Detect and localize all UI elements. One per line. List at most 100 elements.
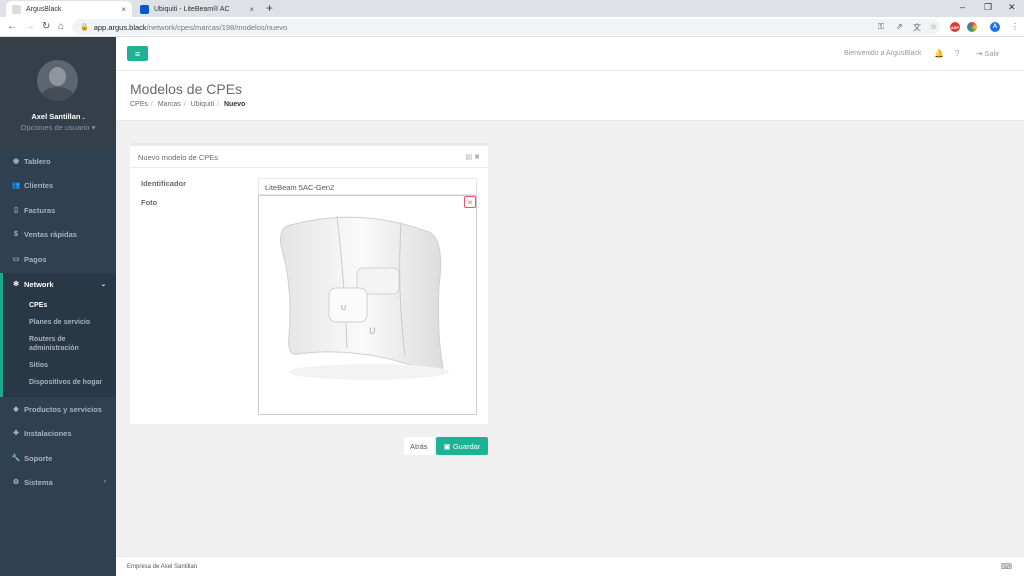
- close-tab-icon[interactable]: ×: [121, 5, 126, 14]
- back-button[interactable]: Atrás: [404, 437, 434, 455]
- cogs-icon: ⚙: [12, 479, 20, 486]
- breadcrumb-cpes[interactable]: CPEs: [130, 101, 148, 108]
- forward-arrow-icon[interactable]: →: [25, 21, 35, 32]
- open-in-new-icon[interactable]: ⇗: [896, 22, 903, 31]
- sidebar-subitem-sitios[interactable]: Sitios: [29, 361, 48, 370]
- user-options-dropdown[interactable]: Opciones de usuario ▾: [0, 123, 116, 132]
- browser-tab-argusblack[interactable]: ArgusBlack ×: [6, 1, 132, 17]
- user-options-label: Opciones de usuario: [20, 123, 90, 132]
- chevron-left-icon: ‹: [104, 479, 106, 485]
- ubiquiti-favicon-icon: [140, 4, 149, 14]
- adblock-extension-icon[interactable]: ABP: [950, 22, 960, 32]
- sidebar-item-label: Sistema: [24, 477, 53, 487]
- profile-avatar-icon[interactable]: A: [990, 22, 1000, 32]
- user-name: Axel Santillan .: [31, 112, 85, 121]
- users-icon: 👥: [11, 182, 21, 189]
- browser-tab-bar: ArgusBlack × Ubiquiti - LiteBeam® AC × +…: [0, 0, 1024, 17]
- identifier-input[interactable]: LiteBeam 5AC-Gen2: [258, 178, 477, 195]
- sidebar-item-soporte[interactable]: 🔧 Soporte: [0, 446, 116, 470]
- sidebar-item-productos[interactable]: ◆ Productos y servicios: [0, 397, 116, 421]
- footer-text: Empresa de Axel Santillan: [127, 564, 198, 570]
- sidebar-subitem-cpes[interactable]: CPEs: [29, 301, 47, 310]
- sidebar-subitem-dispositivos[interactable]: Dispositivos de hogar: [29, 378, 102, 387]
- browser-tab-ubiquiti[interactable]: Ubiquiti - LiteBeam® AC ×: [134, 1, 260, 17]
- logout-label: Salir: [984, 49, 1000, 58]
- color-extension-icon[interactable]: [967, 22, 977, 32]
- home-icon[interactable]: ⌂: [58, 21, 64, 32]
- sidebar-item-clientes[interactable]: 👥 Clientes: [0, 173, 116, 197]
- sidebar-item-ventas-rapidas[interactable]: $ Ventas rápidas: [0, 222, 116, 246]
- sidebar-item-pagos[interactable]: ▭ Pagos: [0, 247, 116, 271]
- save-disk-icon[interactable]: ▤: [466, 154, 473, 161]
- sidebar-item-label: Instalaciones: [24, 428, 72, 438]
- welcome-message: Bienvenido a ArgusBlack: [844, 50, 922, 57]
- sidebar-item-tablero[interactable]: ◉ Tablero: [0, 149, 116, 173]
- tag-icon: ◆: [13, 406, 19, 413]
- photo-preview[interactable]: U U ×: [258, 195, 477, 415]
- argusblack-favicon-icon: [12, 4, 21, 14]
- file-icon: ▯: [14, 207, 18, 214]
- sidebar-item-instalaciones[interactable]: ✚ Instalaciones: [0, 421, 116, 445]
- avatar-body-shape: [41, 87, 74, 101]
- sidebar-item-facturas[interactable]: ▯ Facturas: [0, 198, 116, 222]
- page-title: Modelos de CPEs: [130, 81, 243, 97]
- footer: Empresa de Axel Santillan ⌨: [116, 556, 1024, 576]
- help-icon[interactable]: ?: [955, 49, 959, 58]
- breadcrumb-current: Nuevo: [223, 101, 246, 108]
- back-arrow-icon[interactable]: ←: [7, 21, 17, 32]
- translate-icon[interactable]: 文: [913, 22, 921, 33]
- breadcrumb-ubiquiti[interactable]: Ubiquiti: [191, 101, 214, 108]
- puzzle-icon: ✚: [13, 430, 19, 437]
- top-navbar: ≡ Bienvenido a ArgusBlack 🔔 ? ⇥ Salir: [116, 37, 1024, 71]
- lock-icon: 🔒: [80, 24, 89, 31]
- reload-icon[interactable]: ↻: [42, 21, 50, 32]
- logout-link[interactable]: ⇥ Salir: [976, 49, 999, 58]
- close-icon[interactable]: ✖: [474, 154, 480, 161]
- window-close-icon[interactable]: ✕: [1008, 2, 1016, 13]
- sidebar-item-label: Pagos: [24, 254, 47, 264]
- menu-toggle-button[interactable]: ≡: [127, 46, 148, 61]
- breadcrumb-separator: /: [150, 101, 153, 108]
- breadcrumb-separator: /: [183, 101, 186, 108]
- bell-icon[interactable]: 🔔: [934, 49, 944, 58]
- save-label: Guardar: [452, 441, 481, 451]
- remove-photo-button[interactable]: ×: [464, 196, 476, 208]
- url-input[interactable]: 🔒 app.argus.black /network/cpes/marcas/1…: [72, 19, 940, 35]
- photo-label: Foto: [141, 198, 158, 207]
- avatar[interactable]: [37, 60, 78, 101]
- minimize-icon[interactable]: –: [960, 2, 965, 12]
- panel-tools: ▤ ✖: [466, 153, 480, 161]
- bookmark-star-icon[interactable]: ☆: [930, 22, 937, 31]
- breadcrumb-marcas[interactable]: Marcas: [158, 101, 181, 108]
- tab-title: ArgusBlack: [26, 5, 62, 13]
- sidebar-subitem-routers[interactable]: Routers de administración: [29, 335, 109, 353]
- sidebar-subitem-planes[interactable]: Planes de servicio: [29, 318, 90, 327]
- avatar-head-shape: [49, 67, 66, 86]
- floppy-icon: ▣: [443, 441, 451, 451]
- breadcrumb-separator: /: [217, 101, 219, 108]
- tab-title: Ubiquiti - LiteBeam® AC: [154, 5, 230, 13]
- save-button[interactable]: ▣ Guardar: [436, 437, 488, 455]
- dollar-icon: $: [14, 230, 18, 238]
- sidebar-item-label: Clientes: [24, 180, 54, 190]
- sidebar-item-label: Soporte: [24, 453, 53, 463]
- litebeam-device-image: U U: [280, 215, 449, 380]
- sidebar-item-network[interactable]: ✻ Network ⌄: [0, 272, 116, 296]
- sidebar-item-label: Productos y servicios: [24, 404, 102, 414]
- key-icon[interactable]: ⚿: [878, 22, 884, 32]
- panel-header: Nuevo modelo de CPEs ▤ ✖: [130, 146, 488, 168]
- new-tab-icon[interactable]: +: [266, 1, 273, 15]
- hamburger-icon: ≡: [134, 48, 141, 59]
- sidebar-item-label: Tablero: [24, 156, 51, 166]
- sidebar-item-sistema[interactable]: ⚙ Sistema ‹: [0, 470, 116, 494]
- snowflake-icon: ✻: [13, 281, 19, 288]
- restore-icon[interactable]: ❐: [984, 2, 992, 13]
- close-tab-icon[interactable]: ×: [249, 5, 254, 14]
- sidebar-item-label: Network: [24, 279, 54, 289]
- url-host: app.argus.black: [93, 22, 147, 32]
- panel-title: Nuevo modelo de CPEs: [138, 153, 219, 162]
- breadcrumb: CPEs / Marcas / Ubiquiti / Nuevo: [130, 101, 245, 108]
- browser-menu-icon[interactable]: ⋮: [1011, 22, 1019, 31]
- sidebar-item-label: Facturas: [24, 205, 56, 215]
- keyboard-icon[interactable]: ⌨: [1000, 562, 1012, 571]
